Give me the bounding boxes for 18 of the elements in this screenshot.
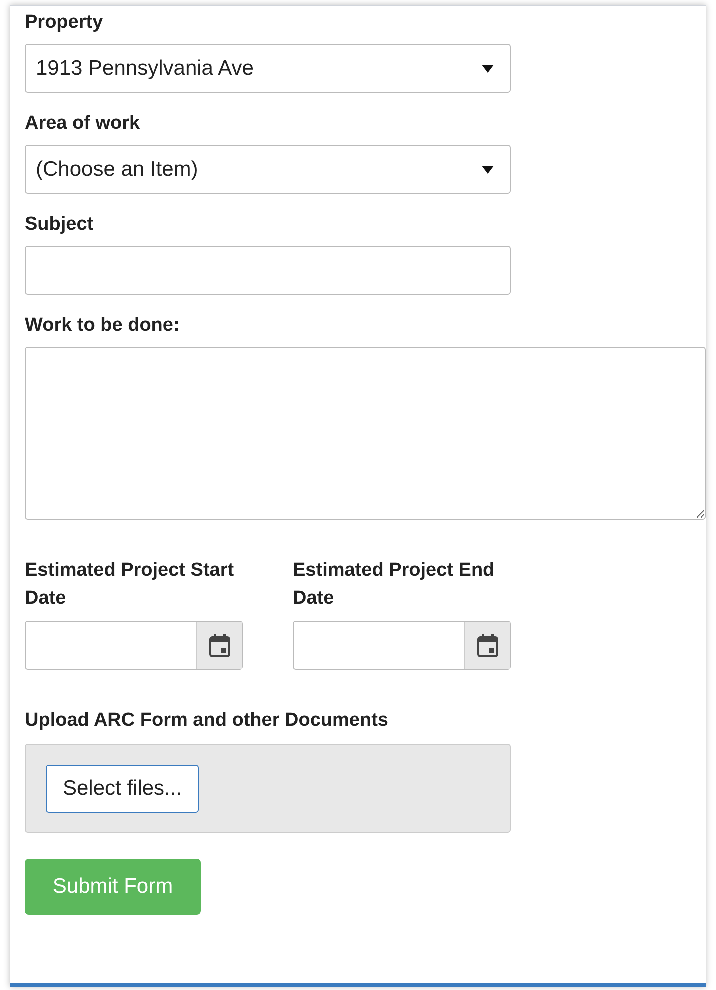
- field-label: Estimated Project End Date: [293, 559, 496, 611]
- select-dropdown[interactable]: (Choose an Item): [25, 145, 511, 194]
- field-label: Estimated Project Start Date: [25, 559, 236, 611]
- dropdown-caret-icon: [482, 64, 494, 72]
- text-input-field[interactable]: [25, 246, 511, 295]
- textarea-field[interactable]: [25, 347, 706, 520]
- select-dropdown[interactable]: 1913 Pennsylvania Ave: [25, 44, 511, 93]
- field-label: Property: [25, 12, 104, 34]
- calendar-icon[interactable]: [476, 634, 498, 658]
- dropdown-caret-icon: [482, 166, 494, 174]
- field-label: Upload ARC Form and other Documents: [25, 709, 390, 733]
- date-picker-field[interactable]: [293, 621, 511, 670]
- date-picker-field[interactable]: [25, 621, 243, 670]
- field-label: Subject: [25, 214, 95, 236]
- calendar-icon[interactable]: [208, 634, 230, 658]
- select-files-button[interactable]: Select files...: [46, 764, 200, 812]
- field-label: Work to be done:: [25, 315, 181, 337]
- field-label: Area of work: [25, 113, 142, 135]
